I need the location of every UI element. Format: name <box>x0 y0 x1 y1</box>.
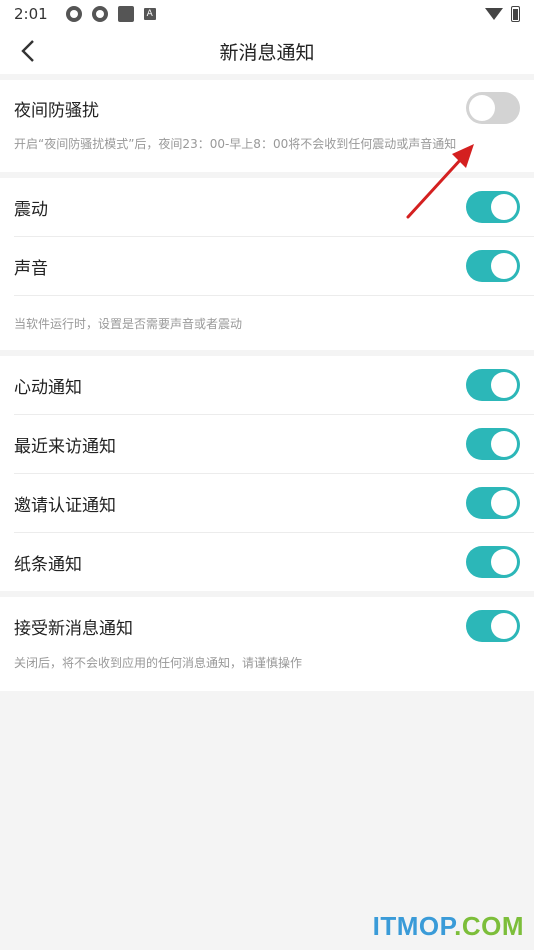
setting-label: 震动 <box>14 199 48 220</box>
setting-label: 最近来访通知 <box>14 436 116 457</box>
a-icon: A <box>143 8 156 20</box>
toggle-knob <box>491 490 517 516</box>
wifi-icon <box>485 8 503 20</box>
gear-icon <box>91 6 108 22</box>
note-toggle[interactable] <box>466 546 520 578</box>
accept-toggle[interactable] <box>466 610 520 642</box>
heart-toggle[interactable] <box>466 369 520 401</box>
setting-row-accept: 接受新消息通知 <box>14 597 534 655</box>
toggle-knob <box>491 549 517 575</box>
sound-toggle[interactable] <box>466 250 520 282</box>
chevron-left-icon <box>21 40 34 62</box>
page-title: 新消息通知 <box>219 41 315 64</box>
setting-row-heart: 心动通知 <box>14 356 534 415</box>
toggle-knob <box>491 431 517 457</box>
setting-label: 邀请认证通知 <box>14 495 116 516</box>
toggle-knob <box>469 95 495 121</box>
battery-icon <box>511 6 520 22</box>
toggle-knob <box>491 372 517 398</box>
setting-row-note: 纸条通知 <box>14 533 534 591</box>
status-time: 2:01 <box>14 5 48 23</box>
setting-label: 心动通知 <box>14 377 82 398</box>
gear-icon <box>65 6 82 22</box>
square-icon <box>117 6 134 22</box>
setting-row-dnd: 夜间防骚扰 <box>14 80 534 136</box>
setting-row-visitor: 最近来访通知 <box>14 415 534 474</box>
app-header: 新消息通知 <box>0 28 534 74</box>
accept-section: 接受新消息通知 关闭后，将不会收到应用的任何消息通知，请谨慎操作 <box>0 597 534 691</box>
accept-hint: 关闭后，将不会收到应用的任何消息通知，请谨慎操作 <box>14 656 303 670</box>
toggle-knob <box>491 194 517 220</box>
sound-hint: 当软件运行时，设置是否需要声音或者震动 <box>14 317 243 331</box>
setting-label: 纸条通知 <box>14 554 82 575</box>
watermark-part2: .COM <box>454 911 524 941</box>
status-bar: 2:01 A <box>0 0 534 28</box>
back-button[interactable] <box>14 37 42 65</box>
annotation-arrow <box>406 144 474 219</box>
watermark: ITMOP.COM <box>373 911 524 942</box>
setting-label: 接受新消息通知 <box>14 618 133 639</box>
setting-label: 声音 <box>14 258 48 279</box>
invite-toggle[interactable] <box>466 487 520 519</box>
visitor-toggle[interactable] <box>466 428 520 460</box>
toggle-knob <box>491 253 517 279</box>
setting-row-invite: 邀请认证通知 <box>14 474 534 533</box>
setting-label: 夜间防骚扰 <box>14 100 99 121</box>
dnd-toggle[interactable] <box>466 92 520 124</box>
notification-types-section: 心动通知 最近来访通知 邀请认证通知 纸条通知 <box>0 356 534 591</box>
watermark-part1: ITMOP <box>372 911 455 941</box>
toggle-knob <box>491 613 517 639</box>
setting-row-sound: 声音 <box>14 237 534 296</box>
